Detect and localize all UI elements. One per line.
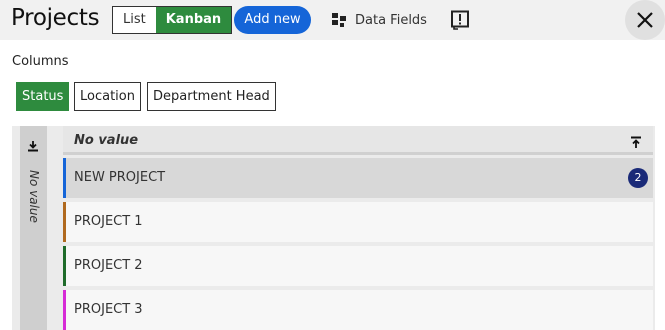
close-icon [637,12,653,28]
card-color-bar [63,246,66,286]
card-title: PROJECT 2 [74,258,143,273]
card-project-1[interactable]: PROJECT 1 [63,202,653,242]
card-title: NEW PROJECT [74,170,166,185]
data-fields-icon [332,13,346,27]
collapse-column-icon[interactable] [630,134,642,153]
card-color-bar [63,158,66,198]
history-icon[interactable] [450,10,470,34]
kanban-column: No value NEW PROJECT 2 PROJECT 1 PROJECT… [63,126,653,330]
collapsed-column[interactable]: No value [20,126,47,330]
collapsed-column-label: No value [27,170,41,223]
card-title: PROJECT 1 [74,214,143,229]
column-header: No value [63,126,653,155]
data-fields-button[interactable]: Data Fields [331,10,427,30]
view-toggle: List Kanban [112,6,233,34]
expand-column-icon[interactable] [27,137,39,156]
department-head-chip[interactable]: Department Head [147,82,276,111]
card-new-project[interactable]: NEW PROJECT 2 [63,158,653,198]
status-chip[interactable]: Status [16,82,70,111]
column-name: No value [74,133,139,148]
card-color-bar [63,202,66,242]
card-title: PROJECT 3 [74,302,143,317]
kanban-view-option[interactable]: Kanban [155,7,232,33]
card-project-3[interactable]: PROJECT 3 [63,290,653,330]
add-new-button[interactable]: Add new [234,6,311,34]
data-fields-label: Data Fields [355,12,427,28]
close-button[interactable] [625,0,665,40]
page-title: Projects [11,5,100,31]
columns-label: Columns [12,54,69,69]
count-badge: 2 [628,168,648,188]
card-color-bar [63,290,66,330]
location-chip[interactable]: Location [74,82,141,111]
card-project-2[interactable]: PROJECT 2 [63,246,653,286]
list-view-option[interactable]: List [113,7,156,33]
